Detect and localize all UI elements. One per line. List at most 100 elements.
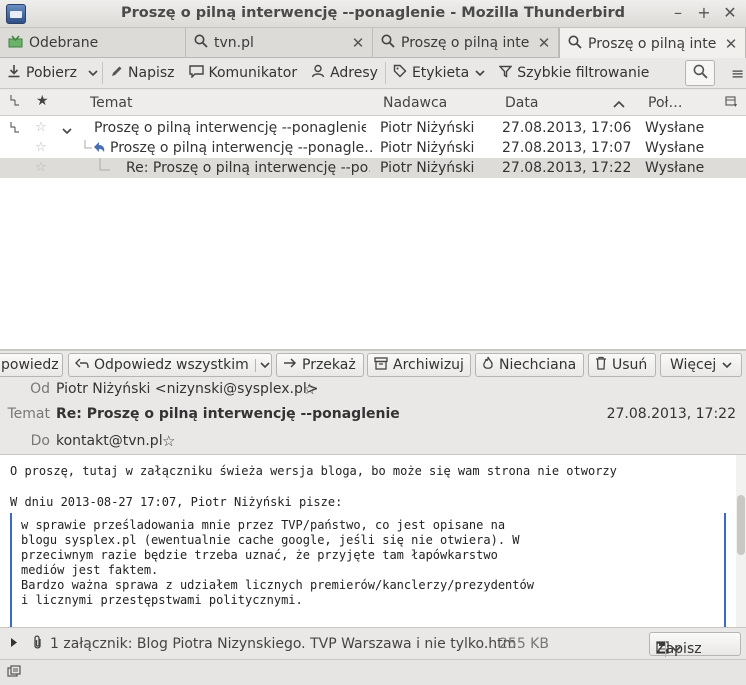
chevron-down-icon[interactable] [62,123,72,139]
tab-inbox[interactable]: Odebrane [0,28,186,58]
close-tab-icon[interactable]: ✕ [348,34,368,52]
subject-value: Re: Proszę o pilną interwencję --ponagle… [56,406,400,422]
title-bar: Proszę o pilną interwencję --ponaglenie … [0,0,746,28]
quote-line: mediów jest faktem. [21,563,159,577]
paperclip-icon [32,635,43,655]
message-subject: Proszę o pilną interwencję --ponagle… [110,140,372,156]
chevron-down-icon[interactable] [254,358,270,372]
search-icon [568,35,582,53]
thread-list: ☆ Proszę o pilną interwencję --ponagleni… [0,116,746,349]
app-menu-icon[interactable]: ≡ [731,64,744,83]
tab-label: Proszę o pilną inte [588,35,717,52]
get-messages-dropdown[interactable] [84,59,102,87]
message-date: 27.08.2013, 17:06 [502,120,632,136]
close-tab-icon[interactable]: ✕ [721,35,741,53]
subject-column-header[interactable]: Temat [90,95,133,111]
attachment-bar: 1 załącznik: Blog Piotra Nizynskiego. TV… [0,627,746,659]
reply-all-button[interactable]: Odpowiedz wszystkim [68,353,272,377]
message-folder: Wysłane [645,120,705,136]
chat-bubble-icon [188,64,204,82]
from-value[interactable]: Piotr Niżyński <nizynski@sysplex.pl> [56,381,318,397]
delete-label: Usuń [612,357,648,373]
close-window-button[interactable]: ✕ [722,3,738,23]
quote-line: i licznymi przestępstwami politycznymi. [21,593,303,607]
get-messages-button[interactable]: Pobierz [0,59,84,87]
tab-search-tvn[interactable]: tvn.pl ✕ [186,28,373,58]
download-icon [7,64,21,82]
tag-icon [393,64,407,82]
junk-button[interactable]: Niechciana [475,353,584,377]
pencil-icon [110,65,123,82]
body-scrollbar[interactable] [736,455,746,627]
star-icon[interactable]: ☆ [35,120,47,135]
expand-arrow-icon[interactable] [10,636,18,652]
to-value[interactable]: kontakt@tvn.pl [56,433,163,449]
mail-toolbar: Pobierz Napisz Komunikator Adresy Etykie… [0,58,746,89]
maximize-button[interactable]: + [696,3,712,23]
save-attachment-button[interactable]: Zapisz [649,632,741,657]
table-row[interactable]: ☆ Proszę o pilną interwencję --ponagleni… [0,118,746,138]
get-messages-label: Pobierz [26,65,78,81]
reply-button[interactable]: powiedz [0,353,63,377]
scrollbar-thumb[interactable] [737,495,745,555]
star-column-icon[interactable]: ★ [36,93,49,109]
more-button[interactable]: Więcej [660,353,742,377]
archive-button[interactable]: Archiwizuj [367,353,471,377]
to-label: Do [30,433,50,449]
search-icon [693,64,708,83]
contacts-icon [311,64,325,82]
trash-icon [595,356,607,374]
star-icon[interactable]: ☆ [35,160,47,175]
date-column-header[interactable]: Data [505,95,538,111]
tag-button[interactable]: Etykieta [386,59,492,87]
forward-arrow-icon [283,357,297,373]
message-subject: Re: Proszę o pilną interwencję --po… [126,160,370,176]
search-icon [381,34,395,52]
message-sender: Piotr Niżyński [380,140,475,156]
chevron-down-icon[interactable] [665,641,681,657]
search-button[interactable] [685,60,715,86]
tag-label: Etykieta [411,65,470,81]
chat-button[interactable]: Komunikator [182,59,305,87]
column-picker-icon[interactable] [725,96,738,112]
body-text: O proszę, tutaj w załączniku świeża wers… [10,464,617,478]
quick-filter-button[interactable]: Szybkie filtrowanie [492,59,656,87]
table-row-selected[interactable]: ☆ Re: Proszę o pilną interwencję --po… P… [0,158,746,178]
address-book-button[interactable]: Adresy [304,59,385,87]
attachment-summary[interactable]: 1 załącznik: Blog Piotra Nizynskiego. TV… [50,636,516,652]
forwarded-icon [84,139,106,159]
star-icon[interactable]: ☆ [303,380,316,398]
message-body[interactable]: O proszę, tutaj w załączniku świeża wers… [0,455,746,627]
minimize-button[interactable]: – [670,3,686,23]
attachment-size: 255 KB [499,636,549,652]
quote-line: Bardzo ważna sprawa z udziałem licznych … [21,578,534,592]
write-button[interactable]: Napisz [103,59,181,87]
chevron-down-icon [722,357,732,373]
chevron-down-icon [88,65,98,81]
tab-search-thread[interactable]: Proszę o pilną inte ✕ [373,28,559,58]
search-icon [194,34,208,52]
delete-button[interactable]: Usuń [588,353,656,377]
online-status-icon[interactable] [7,665,21,683]
funnel-icon [498,65,513,82]
chat-label: Komunikator [208,65,298,81]
address-book-label: Adresy [330,65,378,81]
message-sender: Piotr Niżyński [380,120,475,136]
folder-column-header[interactable]: Poł… [648,95,683,111]
tab-search-thread-active[interactable]: Proszę o pilną inte ✕ [559,28,746,59]
thread-line-icon [98,158,112,178]
table-row[interactable]: ☆ Proszę o pilną interwencję --ponagle… … [0,138,746,158]
sender-column-header[interactable]: Nadawca [383,95,447,111]
inbox-icon [8,35,23,52]
thread-column-icon[interactable] [9,94,21,112]
forward-button[interactable]: Przekaż [276,353,364,377]
star-icon[interactable]: ☆ [162,432,175,450]
close-tab-icon[interactable]: ✕ [534,34,554,52]
quote-line: blogu sysplex.pl (ewentualnie cache goog… [21,533,520,547]
quick-filter-label: Szybkie filtrowanie [517,65,650,81]
sort-ascending-icon [613,96,625,112]
star-icon[interactable]: ☆ [35,140,47,155]
junk-label: Niechciana [499,357,577,373]
quote-line: w sprawie prześladowania mnie przez TVP/… [21,518,506,532]
reply-all-label: Odpowiedz wszystkim [94,357,249,373]
